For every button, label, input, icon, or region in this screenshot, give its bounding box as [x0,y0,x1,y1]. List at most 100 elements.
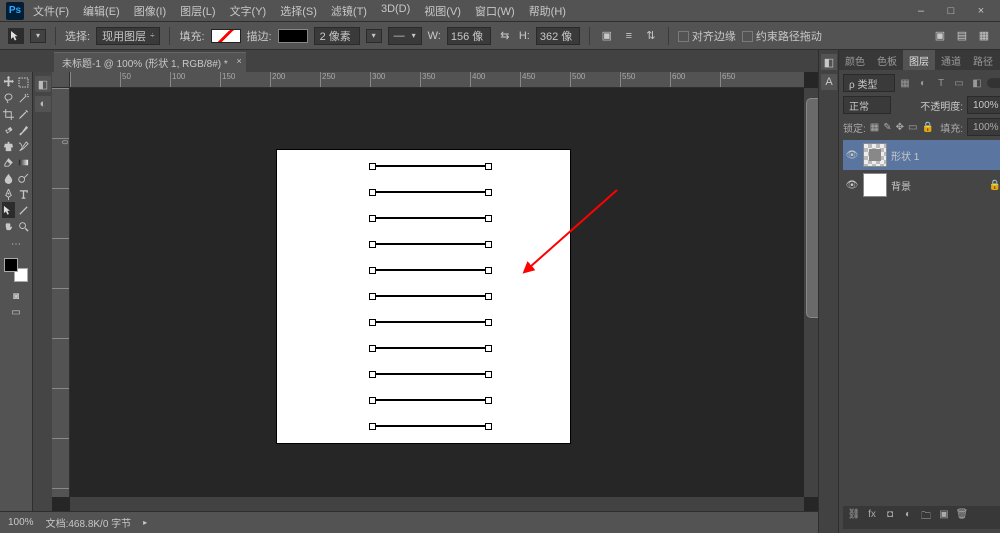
healing-brush-tool[interactable] [2,122,15,138]
shape-line[interactable] [372,425,489,427]
filter-shape-icon[interactable]: ▭ [951,75,967,91]
properties-panel-icon[interactable]: ◐ [35,96,51,112]
layer-group-icon[interactable]: 🗀 [919,509,933,526]
maximize-button[interactable]: □ [940,5,962,17]
visibility-icon[interactable]: 👁 [845,180,859,191]
filter-toggle[interactable] [987,78,1000,88]
shape-line[interactable] [372,191,489,193]
lock-trans-icon[interactable]: ▦ [870,122,879,133]
horizontal-ruler[interactable]: 50100150200250300350400450500550600650 [70,72,804,88]
shape-line[interactable] [372,295,489,297]
quick-mask-icon[interactable]: ◙ [10,288,23,304]
layer-fx-icon[interactable]: fx [865,509,879,526]
crop-tool[interactable] [2,106,15,122]
menu-item[interactable]: 滤镜(T) [324,1,374,21]
close-button[interactable]: × [970,5,992,17]
document-tab[interactable]: 未标题-1 @ 100% (形状 1, RGB/8#) * × [54,52,246,72]
type-tool[interactable] [17,186,30,202]
panel-tab[interactable]: 图层 [903,50,935,70]
layer-mask-icon[interactable]: ◘ [883,509,897,526]
visibility-icon[interactable]: 👁 [845,150,859,161]
shape-line[interactable] [372,243,489,245]
line-tool[interactable] [17,202,30,218]
path-arrange-icon[interactable]: ⇅ [643,28,659,44]
menu-item[interactable]: 文件(F) [26,1,76,21]
workspace-icon[interactable]: ▣ [932,28,948,44]
stroke-style-dropdown[interactable]: —▾ [388,27,422,45]
dodge-tool[interactable] [17,170,30,186]
hand-tool[interactable] [2,218,15,234]
screen-mode-icon[interactable]: ▭ [10,304,23,320]
link-wh-icon[interactable]: ⇆ [497,28,513,44]
zoom-level[interactable]: 100% [8,517,34,528]
menu-item[interactable]: 编辑(E) [76,1,127,21]
shape-line[interactable] [372,165,489,167]
stroke-swatch[interactable] [278,29,308,43]
shape-line[interactable] [372,347,489,349]
edit-toolbar-icon[interactable]: ⋯ [10,236,23,252]
path-align-icon[interactable]: ≡ [621,28,637,44]
new-layer-icon[interactable]: ▣ [937,509,951,526]
close-document-icon[interactable]: × [237,56,242,66]
eyedropper-tool[interactable] [17,106,30,122]
menu-item[interactable]: 选择(S) [273,1,324,21]
align-edges-checkbox[interactable]: 对齐边缘 [678,28,736,44]
eraser-tool[interactable] [2,154,15,170]
constrain-path-checkbox[interactable]: 约束路径拖动 [742,28,822,44]
menu-item[interactable]: 帮助(H) [522,1,573,21]
document-canvas[interactable] [277,150,570,443]
brush-tool[interactable] [17,122,30,138]
layer-thumbnail[interactable] [863,173,887,197]
tool-dropdown[interactable]: ▾ [30,29,46,43]
menu-item[interactable]: 窗口(W) [468,1,522,21]
panel-tab[interactable]: 颜色 [839,50,871,70]
fill-opacity-input[interactable]: 100% [967,118,1000,136]
fill-swatch[interactable] [211,29,241,43]
filter-type-icon[interactable]: T [933,75,949,91]
panel-icon[interactable]: ▤ [954,28,970,44]
shape-line[interactable] [372,321,489,323]
menu-item[interactable]: 图层(L) [173,1,222,21]
width-input[interactable]: 156 像 [447,27,491,45]
shape-line[interactable] [372,269,489,271]
history-panel-icon[interactable]: ◧ [35,76,51,92]
docinfo-dropdown-icon[interactable]: ▸ [143,518,147,527]
lock-artboard-icon[interactable]: ▭ [908,122,917,133]
move-tool[interactable] [2,74,15,90]
path-selection-tool[interactable] [2,202,15,218]
menu-item[interactable]: 3D(D) [374,1,417,21]
panel2-icon[interactable]: ▦ [976,28,992,44]
panel-tab[interactable]: 色板 [871,50,903,70]
menu-item[interactable]: 视图(V) [417,1,468,21]
layer-filter-type[interactable]: ρ 类型 [843,74,895,92]
layer-thumbnail[interactable] [863,143,887,167]
opacity-input[interactable]: 100% [967,96,1000,114]
path-selection-tool-icon[interactable] [8,28,24,44]
path-operations-icon[interactable]: ▣ [599,28,615,44]
vertical-scrollbar[interactable] [804,88,818,497]
panel-tab[interactable]: 通道 [935,50,967,70]
horizontal-scrollbar[interactable] [70,497,804,511]
lock-paint-icon[interactable]: ✎ [883,122,891,133]
lock-all-icon[interactable]: 🔒 [921,122,933,133]
menu-item[interactable]: 文字(Y) [223,1,274,21]
zoom-tool[interactable] [17,218,30,234]
history-brush-tool[interactable] [17,138,30,154]
height-input[interactable]: 362 像 [536,27,580,45]
lasso-tool[interactable] [2,90,15,106]
blur-tool[interactable] [2,170,15,186]
marquee-tool[interactable] [17,74,30,90]
shape-line[interactable] [372,399,489,401]
magic-wand-tool[interactable] [17,90,30,106]
shape-line[interactable] [372,217,489,219]
delete-layer-icon[interactable]: 🗑 [955,509,969,526]
minimize-button[interactable]: – [910,5,932,17]
clone-stamp-tool[interactable] [2,138,15,154]
document-info[interactable]: 文档:468.8K/0 字节 [46,515,132,530]
gradient-tool[interactable] [17,154,30,170]
foreground-background-colors[interactable] [4,258,28,282]
filter-adjust-icon[interactable]: ◐ [915,75,931,91]
shape-line[interactable] [372,373,489,375]
layer-row[interactable]: 👁背景🔒 [843,170,1000,200]
blend-mode-dropdown[interactable]: 正常 [843,96,891,114]
